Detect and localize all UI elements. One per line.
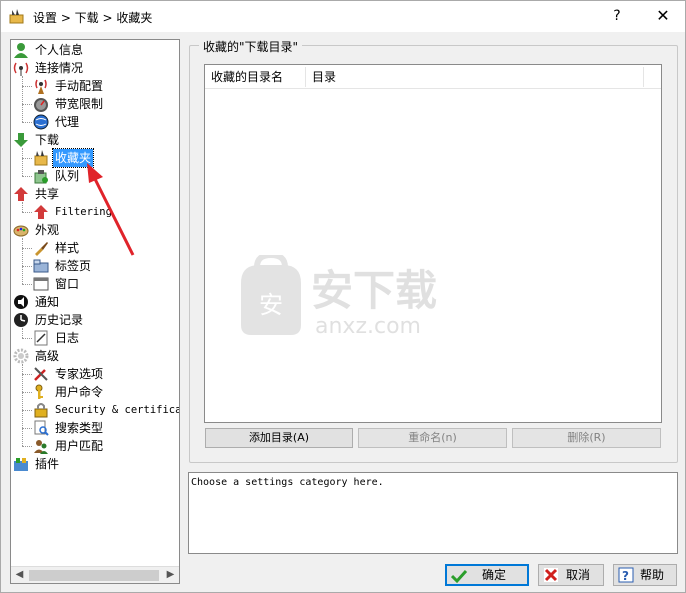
settings-window: 设置 > 下载 > 收藏夹 ? ✕ 个人信息连接情况手动配置带宽限制代理下载 收藏… bbox=[0, 0, 686, 593]
title-bar: 设置 > 下载 > 收藏夹 ? ✕ bbox=[1, 1, 685, 32]
tree-item-label: 队列 bbox=[55, 169, 80, 183]
download-arrow-icon bbox=[14, 133, 28, 147]
person-icon bbox=[14, 43, 28, 58]
watermark-sub: anxz.com bbox=[315, 314, 421, 339]
scroll-right-arrow-icon[interactable]: ▶ bbox=[162, 567, 179, 583]
tree-item-label: 用户命令 bbox=[55, 385, 104, 399]
watermark-main: 安下载 bbox=[311, 266, 437, 315]
close-button[interactable]: ✕ bbox=[649, 5, 677, 27]
tree-item-label: 通知 bbox=[35, 295, 60, 309]
tree-item-label: 插件 bbox=[35, 457, 60, 471]
scroll-left-arrow-icon[interactable]: ◀ bbox=[11, 567, 28, 583]
tree-item-label: 日志 bbox=[55, 331, 80, 345]
window-icon bbox=[33, 277, 49, 291]
queue-icon bbox=[34, 170, 48, 184]
list-header: 收藏的目录名 目录 bbox=[205, 65, 661, 89]
help-title-button[interactable]: ? bbox=[605, 5, 629, 27]
tree-item-label: 搜索类型 bbox=[55, 421, 104, 435]
tree-item-label: 样式 bbox=[55, 241, 80, 255]
antenna-small-icon bbox=[35, 79, 47, 94]
favorite-directories-list[interactable]: 收藏的目录名 目录 bbox=[204, 64, 662, 423]
tree-item-label: 外观 bbox=[35, 223, 60, 237]
upload-arrow-icon bbox=[34, 205, 48, 219]
antenna-icon bbox=[13, 62, 29, 76]
lock-icon bbox=[34, 403, 48, 418]
help-button[interactable]: ? 帮助 bbox=[613, 564, 677, 586]
tree-item-label: 带宽限制 bbox=[55, 97, 104, 111]
window-title: 设置 > 下载 > 收藏夹 bbox=[33, 11, 153, 25]
tree-item-label: 专家选项 bbox=[55, 367, 104, 381]
cancel-label: 取消 bbox=[565, 568, 590, 582]
notify-icon bbox=[14, 295, 28, 309]
gauge-icon bbox=[34, 98, 48, 112]
info-textbox: Choose a settings category here. bbox=[188, 472, 678, 554]
settings-category-tree[interactable]: 个人信息 连接情况 手动配置 带宽限制 代理 下载 收藏夹 队列 共享 Filtering 外观 样式… bbox=[10, 39, 180, 584]
annotation-arrow-icon bbox=[87, 163, 135, 256]
tabs-icon bbox=[33, 259, 49, 273]
tools-icon bbox=[34, 367, 48, 381]
tree-item-label: 代理 bbox=[55, 115, 80, 129]
plugin-icon bbox=[14, 458, 28, 471]
scroll-thumb[interactable] bbox=[29, 570, 159, 581]
upload-arrow-icon bbox=[14, 187, 28, 201]
ok-label: 确定 bbox=[481, 568, 506, 582]
palette-icon bbox=[13, 225, 29, 237]
add-directory-button[interactable]: 添加目录(A) bbox=[205, 428, 353, 448]
tree-item-label: 用户匹配 bbox=[55, 439, 104, 453]
tree-item-label: 手动配置 bbox=[55, 79, 104, 93]
tree-item-label: 共享 bbox=[35, 187, 60, 201]
tree-horizontal-scrollbar[interactable]: ◀ ▶ bbox=[11, 566, 179, 583]
log-icon bbox=[34, 330, 48, 346]
gear-icon bbox=[13, 348, 29, 364]
cancel-button[interactable]: 取消 bbox=[538, 564, 604, 586]
column-header-name[interactable]: 收藏的目录名 bbox=[205, 65, 305, 89]
search-icon bbox=[34, 420, 49, 436]
app-icon bbox=[9, 9, 24, 24]
key-icon bbox=[35, 384, 43, 399]
tree-item-label: 历史记录 bbox=[35, 313, 84, 327]
clock-icon bbox=[14, 313, 28, 327]
folder-star-icon bbox=[34, 150, 48, 166]
tree-item-label: 窗口 bbox=[55, 277, 80, 291]
users-icon bbox=[34, 440, 48, 454]
globe-icon bbox=[33, 114, 49, 130]
help-label: 帮助 bbox=[639, 568, 664, 582]
ok-button[interactable]: 确定 bbox=[445, 564, 529, 586]
delete-button[interactable]: 删除(R) bbox=[512, 428, 661, 448]
favorites-groupbox-title: 收藏的"下载目录" bbox=[199, 38, 303, 55]
watermark-badge: 安 bbox=[259, 291, 283, 319]
tree-item-label: 高级 bbox=[35, 349, 60, 363]
column-header-directory[interactable]: 目录 bbox=[306, 65, 666, 89]
watermark-logo: 安 安下载 anxz.com bbox=[241, 255, 437, 339]
tree-item-label: 下载 bbox=[35, 133, 60, 147]
rename-button[interactable]: 重命名(n) bbox=[358, 428, 507, 448]
tree-item-label: 个人信息 bbox=[35, 43, 84, 57]
tree-item-label: Security & certificates bbox=[55, 404, 180, 416]
brush-icon bbox=[35, 242, 48, 256]
tree-item-label: 连接情况 bbox=[35, 61, 84, 75]
